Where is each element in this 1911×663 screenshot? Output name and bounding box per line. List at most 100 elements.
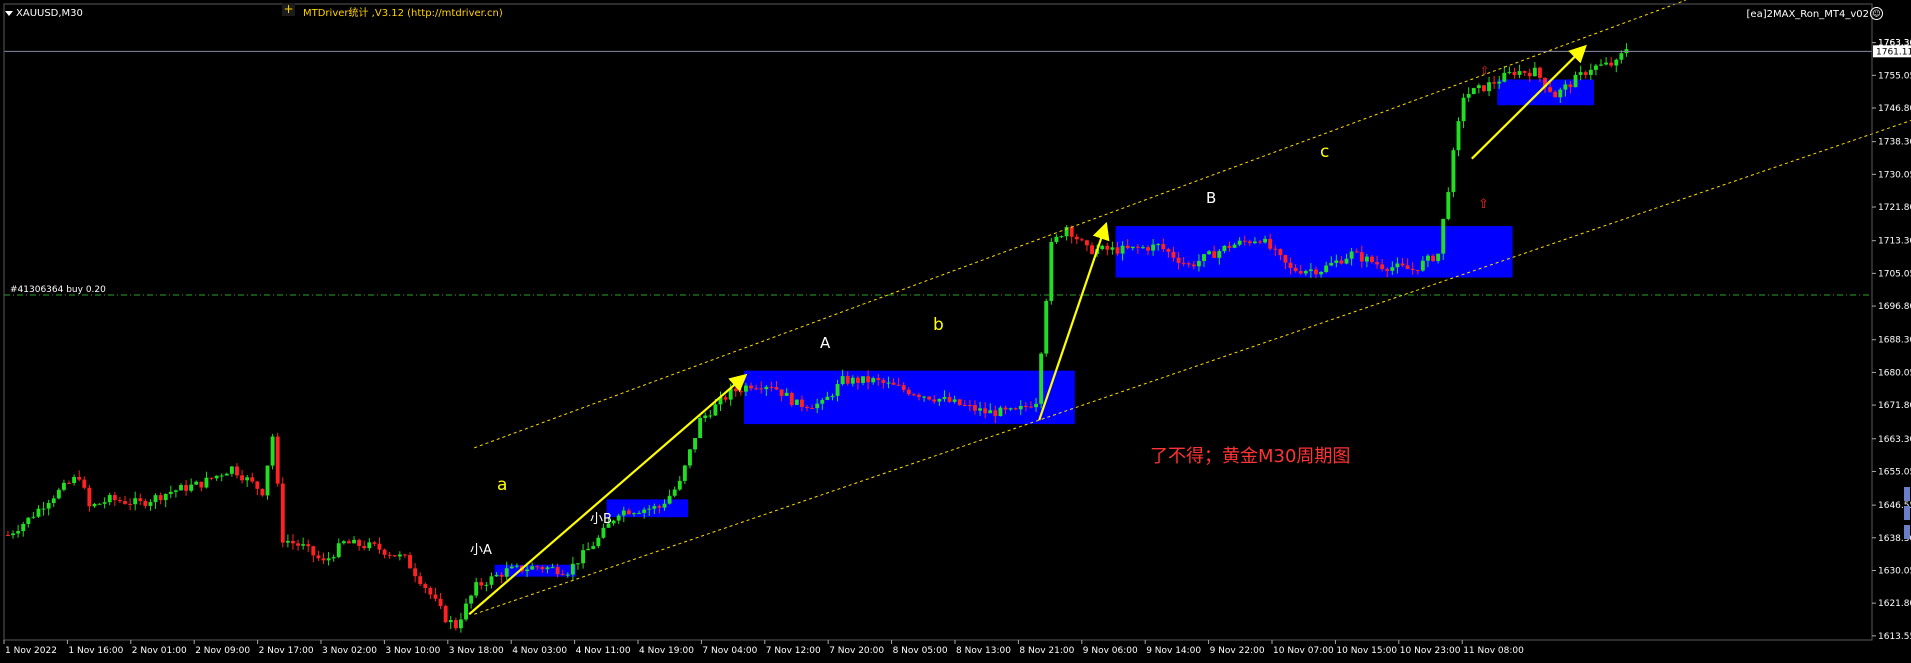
smiley-icon[interactable]: ☺ xyxy=(1870,7,1883,20)
y-tick-label: 1755.05 xyxy=(1878,71,1911,81)
channel-upper-line xyxy=(474,0,1686,449)
x-tick-label: 2 Nov 17:00 xyxy=(259,646,314,656)
up-arrow-icon: ⇧ xyxy=(1480,64,1489,77)
scale-marker xyxy=(1904,506,1910,520)
candle-body xyxy=(509,566,514,569)
candle-body xyxy=(1502,72,1507,82)
y-tick-label: 1621.80 xyxy=(1878,599,1911,609)
candle-body xyxy=(1334,260,1339,263)
candle-body xyxy=(275,436,280,484)
price-chart[interactable]: #41306364 buy 0.20 a b c A B 小A 小B 了不得；黄金M30周期图 ⇧… xyxy=(0,0,1911,659)
candle-body xyxy=(1344,258,1349,264)
candle-body xyxy=(1283,255,1288,263)
candle-body xyxy=(1237,240,1242,245)
chart-area[interactable]: #41306364 buy 0.20 a b c A B 小A 小B 了不得；黄金M30周期图 ⇧… xyxy=(0,0,1911,659)
candle-body xyxy=(1212,251,1217,258)
candle-body xyxy=(642,509,647,513)
candle-body xyxy=(1517,71,1522,75)
y-tick-label: 1705.05 xyxy=(1878,269,1911,279)
candle-body xyxy=(993,410,998,417)
candle-body xyxy=(123,501,127,504)
candle-body xyxy=(759,388,764,390)
candle-body xyxy=(1415,270,1420,272)
candle-body xyxy=(479,582,484,586)
candle-body xyxy=(1568,84,1573,88)
candle-body xyxy=(932,399,937,402)
candle-body xyxy=(438,598,443,607)
candle-body xyxy=(1370,256,1374,263)
candle-body xyxy=(723,397,728,400)
candle-body xyxy=(1156,244,1161,246)
wave-label: c xyxy=(1320,142,1329,162)
candle-body xyxy=(1166,249,1171,252)
candle-body xyxy=(204,477,209,488)
candle-body xyxy=(1100,245,1105,250)
candle-body xyxy=(1380,264,1385,270)
candle-body xyxy=(733,388,738,392)
candle-body xyxy=(331,557,336,559)
candle-body xyxy=(1181,262,1186,264)
candle-body xyxy=(1558,89,1563,98)
candle-body xyxy=(1497,81,1502,84)
candle-body xyxy=(698,418,703,439)
plus-icon[interactable]: + xyxy=(282,3,295,16)
candle-body xyxy=(967,404,972,406)
candle-body xyxy=(789,392,794,405)
candle-body xyxy=(128,503,133,505)
candle-body xyxy=(744,385,748,392)
candle-body xyxy=(1359,252,1364,262)
candle-body xyxy=(1609,62,1614,66)
candle-body xyxy=(423,584,428,588)
x-tick-label: 3 Nov 10:00 xyxy=(385,646,440,656)
candle-body xyxy=(1039,353,1044,404)
candle-body xyxy=(570,563,575,575)
x-tick-label: 9 Nov 06:00 xyxy=(1083,646,1138,656)
candle-body xyxy=(637,512,642,514)
candle-body xyxy=(1599,64,1603,66)
x-tick-label: 1 Nov 16:00 xyxy=(68,646,123,656)
candles-layer xyxy=(6,43,1629,633)
candle-body xyxy=(67,482,71,484)
wave-arrow xyxy=(468,373,748,616)
candle-body xyxy=(1151,244,1156,251)
candle-body xyxy=(1456,121,1461,151)
y-tick-label: 1696.80 xyxy=(1878,302,1911,312)
candle-body xyxy=(1171,251,1176,258)
candle-body xyxy=(229,466,234,474)
candle-body xyxy=(1268,238,1273,249)
candle-body xyxy=(861,376,865,383)
candle-body xyxy=(1008,408,1013,410)
candle-body xyxy=(774,386,779,390)
candle-body xyxy=(1426,255,1430,261)
candle-body xyxy=(942,397,947,399)
y-tick-label: 1671.80 xyxy=(1878,401,1911,411)
candle-body xyxy=(397,554,402,557)
candle-body xyxy=(97,503,102,505)
x-tick-label: 10 Nov 23:00 xyxy=(1400,646,1461,656)
candle-body xyxy=(464,603,468,620)
candle-body xyxy=(1207,251,1212,255)
candle-body xyxy=(738,391,743,393)
x-tick-label: 10 Nov 07:00 xyxy=(1273,646,1334,656)
candle-body xyxy=(1487,82,1491,92)
candle-body xyxy=(1593,65,1598,70)
candle-body xyxy=(586,548,591,551)
y-tick-label: 1721.80 xyxy=(1878,203,1911,213)
candle-body xyxy=(947,397,952,402)
candle-body xyxy=(1146,247,1150,251)
candle-body xyxy=(1258,241,1262,243)
candle-body xyxy=(31,516,36,518)
candle-body xyxy=(1273,248,1278,250)
x-tick-label: 8 Nov 21:00 xyxy=(1019,646,1074,656)
expert-advisor-label: [ea]2MAX_Ron_MT4_v02 xyxy=(1746,9,1869,20)
candle-body xyxy=(973,405,977,411)
chevron-down-icon[interactable] xyxy=(5,11,13,16)
candle-body xyxy=(306,544,311,547)
x-tick-label: 3 Nov 02:00 xyxy=(322,646,377,656)
candle-body xyxy=(1400,263,1405,266)
y-tick-label: 1680.05 xyxy=(1878,368,1911,378)
candle-body xyxy=(260,488,265,496)
candle-body xyxy=(433,594,438,599)
candle-body xyxy=(1069,227,1074,237)
candle-body xyxy=(77,476,82,480)
